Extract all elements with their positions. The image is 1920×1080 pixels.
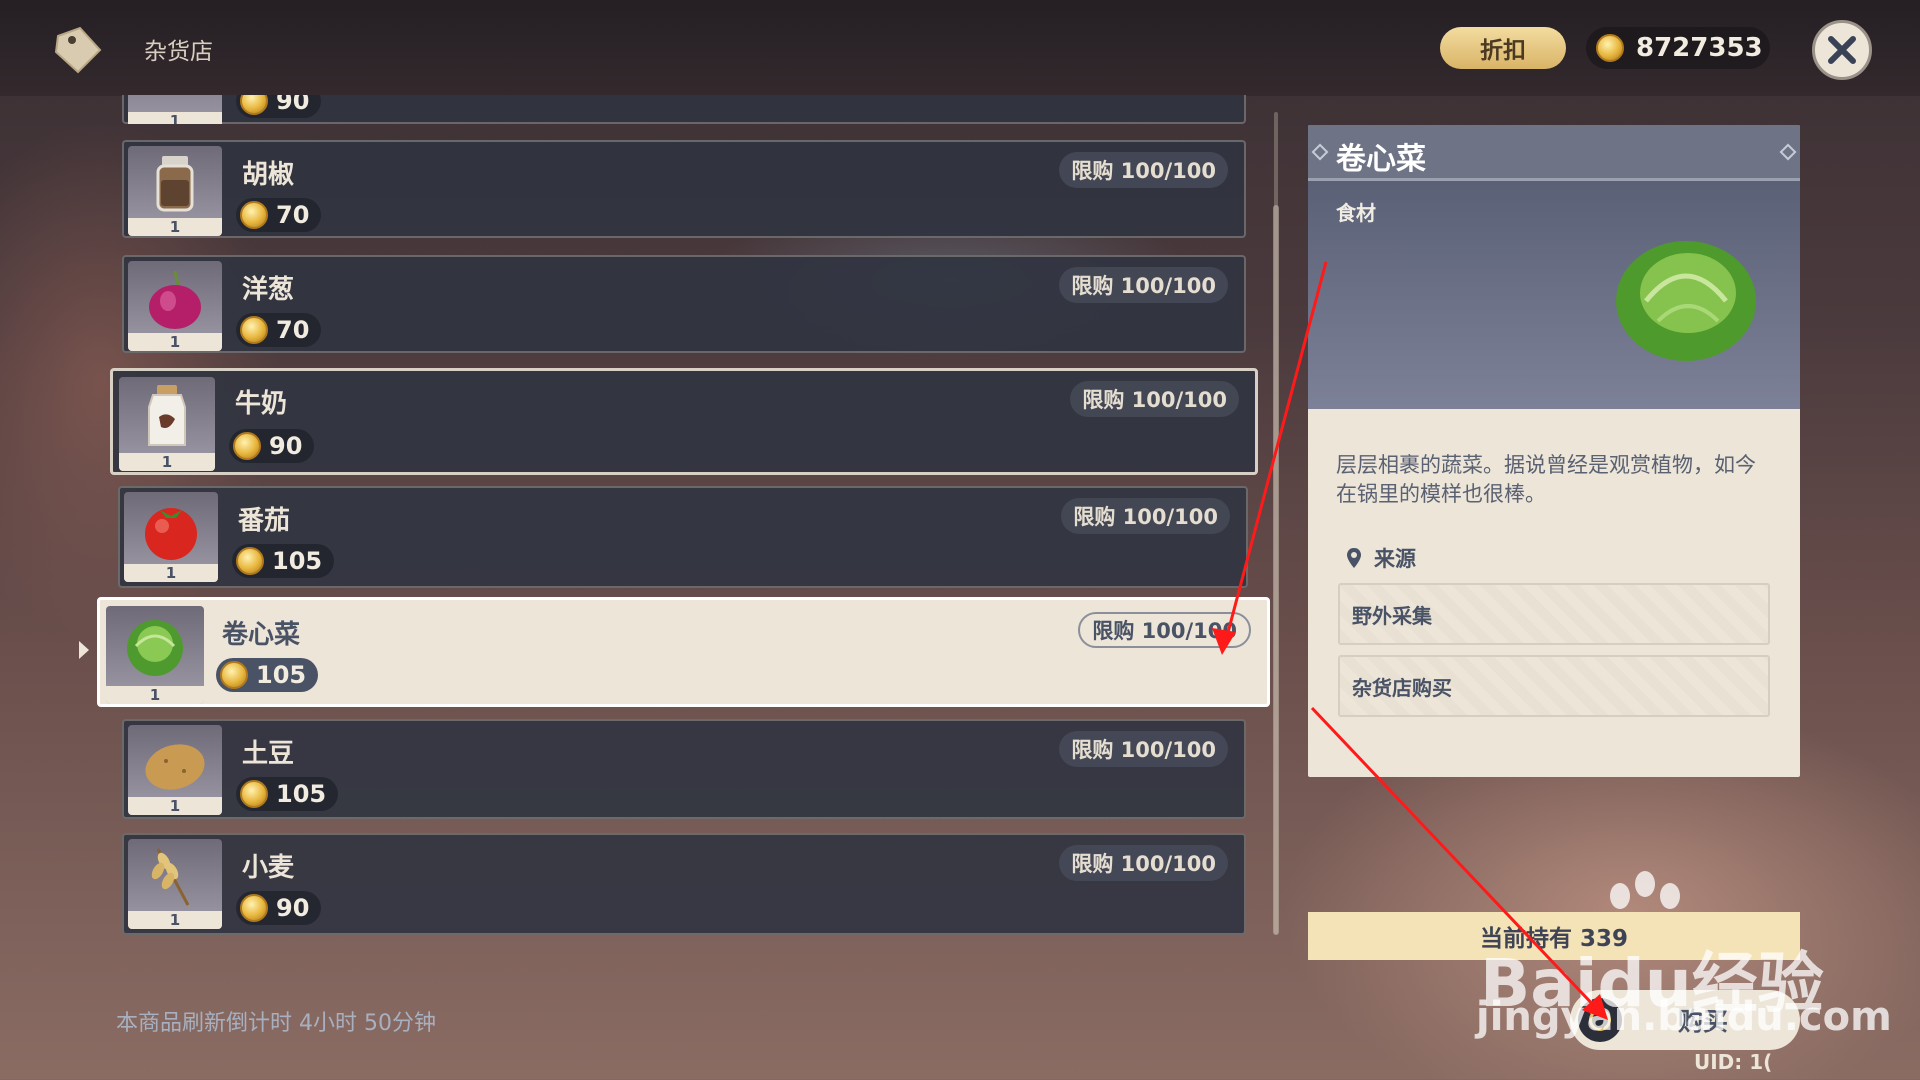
price-tag-icon (54, 26, 102, 74)
list-item[interactable]: 1 牛奶 90 限购 100/100 (110, 368, 1258, 475)
item-name: 土豆 (242, 739, 295, 769)
list-item[interactable]: 1 洋葱 70 限购 100/100 (122, 255, 1246, 353)
item-thumbnail: 1 (106, 606, 204, 704)
item-price-value: 90 (269, 432, 303, 460)
list-item-selected[interactable]: 1 卷心菜 105 限购 100/100 (97, 597, 1270, 707)
item-thumbnail: 1 (124, 492, 218, 582)
item-price-value: 105 (256, 661, 307, 689)
item-price-value: 70 (276, 316, 310, 344)
detail-header: 卷心菜 (1308, 125, 1800, 181)
refresh-countdown: 本商品刷新倒计时 4小时 50分钟 (116, 1011, 436, 1036)
source-item[interactable]: 野外采集 (1338, 583, 1770, 645)
item-detail-panel: 卷心菜 食材 层层相裹的蔬菜。据说曾经是观赏植物，如今在锅里的模样也很棒。 来源… (1308, 125, 1800, 777)
source-heading: 来源 (1346, 543, 1416, 573)
item-quantity: 1 (128, 218, 222, 236)
close-icon (1828, 36, 1856, 64)
mora-coin-icon (240, 201, 268, 229)
mora-coin-icon (240, 316, 268, 344)
mora-coin-icon (240, 894, 268, 922)
purchase-limit: 限购 100/100 (1070, 381, 1239, 417)
item-name: 牛奶 (235, 389, 288, 419)
item-thumbnail: 1 (128, 146, 222, 236)
item-price-value: 105 (272, 547, 323, 575)
wheat-icon (151, 848, 190, 906)
item-quantity: 1 (124, 564, 218, 582)
coin-balance-value: 8727353 (1636, 33, 1763, 63)
milk-icon (148, 385, 186, 446)
item-name: 洋葱 (242, 275, 295, 305)
item-price: 105 (236, 777, 339, 811)
purchase-limit: 限购 100/100 (1078, 612, 1251, 648)
pepper-icon (156, 156, 194, 212)
item-price: 90 (229, 429, 315, 463)
item-thumbnail: 1 (119, 377, 215, 471)
mora-coin-icon (236, 547, 264, 575)
mora-coin-icon (1596, 34, 1624, 62)
item-quantity: 1 (119, 453, 215, 471)
item-price: 70 (236, 313, 322, 347)
item-price: 105 (232, 544, 335, 578)
item-name: 胡椒 (242, 160, 295, 190)
ornament-icon (1779, 143, 1797, 161)
item-price: 105 (216, 658, 319, 692)
top-bar: 杂货店 折扣 8727353 (0, 0, 1920, 96)
item-name: 小麦 (242, 853, 295, 883)
mora-coin-icon (233, 432, 261, 460)
item-quantity: 1 (128, 333, 222, 351)
watermark-url: jingyan.baidu.com (1476, 994, 1892, 1040)
source-heading-label: 来源 (1374, 547, 1416, 571)
scrollbar-thumb[interactable] (1273, 205, 1279, 935)
purchase-limit: 限购 100/100 (1059, 152, 1228, 188)
item-price: 70 (236, 198, 322, 232)
item-price-value: 105 (276, 780, 327, 808)
discount-button[interactable]: 折扣 (1440, 27, 1566, 69)
item-thumbnail: 1 (128, 261, 222, 351)
mora-coin-icon (220, 661, 248, 689)
paw-logo-icon (1610, 871, 1680, 909)
item-price-value: 70 (276, 201, 310, 229)
list-item[interactable]: 1 番茄 105 限购 100/100 (118, 486, 1248, 588)
item-quantity: 1 (128, 911, 222, 929)
source-item[interactable]: 杂货店购买 (1338, 655, 1770, 717)
item-thumbnail: 1 (128, 725, 222, 815)
purchase-limit: 限购 100/100 (1059, 267, 1228, 303)
location-pin-icon (1347, 548, 1361, 568)
cabbage-icon (127, 620, 183, 676)
watermark: Baidu经验 jingyan.baidu.com (1470, 870, 1892, 1050)
tomato-icon (145, 508, 197, 560)
ornament-icon (1311, 143, 1329, 161)
detail-title: 卷心菜 (1336, 142, 1426, 177)
item-quantity: 1 (106, 686, 204, 704)
mora-coin-icon (240, 780, 268, 808)
item-name: 番茄 (238, 506, 291, 536)
cabbage-icon (1616, 241, 1756, 361)
coin-balance: 8727353 (1586, 27, 1770, 69)
item-name: 卷心菜 (222, 620, 301, 650)
item-price-value: 90 (276, 894, 310, 922)
item-price: 90 (236, 891, 322, 925)
item-quantity: 1 (128, 797, 222, 815)
item-description: 层层相裹的蔬菜。据说曾经是观赏植物，如今在锅里的模样也很棒。 (1336, 453, 1756, 506)
uid-label: UID: 1( (1694, 1050, 1773, 1074)
item-category: 食材 (1336, 201, 1376, 225)
detail-art: 食材 (1308, 181, 1800, 409)
potato-icon (145, 744, 205, 790)
list-item[interactable]: 1 胡椒 70 限购 100/100 (122, 140, 1246, 238)
item-thumbnail: 1 (128, 839, 222, 929)
purchase-limit: 限购 100/100 (1061, 498, 1230, 534)
purchase-limit: 限购 100/100 (1059, 731, 1228, 767)
shop-title: 杂货店 (144, 39, 213, 65)
onion-icon (149, 270, 201, 329)
selection-indicator-icon (79, 641, 89, 659)
list-item[interactable]: 1 土豆 105 限购 100/100 (122, 719, 1246, 819)
list-item[interactable]: 1 小麦 90 限购 100/100 (122, 833, 1246, 935)
purchase-limit: 限购 100/100 (1059, 845, 1228, 881)
close-button[interactable] (1812, 20, 1872, 80)
